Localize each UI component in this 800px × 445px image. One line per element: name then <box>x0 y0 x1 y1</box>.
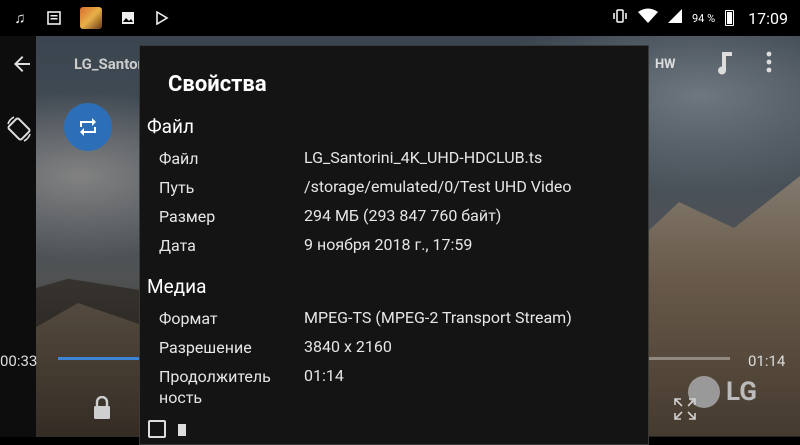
audio-track-icon[interactable] <box>714 50 736 82</box>
lg-watermark-text: LG <box>726 377 757 407</box>
signal-icon <box>668 8 682 28</box>
battery-icon <box>725 10 735 26</box>
back-arrow-icon[interactable] <box>10 52 34 76</box>
next-section-icon <box>148 420 166 438</box>
status-bar-system: 94 % 17:09 <box>612 8 788 28</box>
dialog-title: Свойства <box>168 72 267 97</box>
wifi-icon <box>638 8 658 28</box>
property-value: 01:14 <box>304 366 344 385</box>
news-icon <box>46 10 62 26</box>
image-icon <box>120 10 136 26</box>
property-label: Продолжитель ность <box>159 367 271 407</box>
property-value: 9 ноября 2018 г., 17:59 <box>304 235 473 254</box>
status-bar: ♫ 94 % 17:09 <box>0 0 800 36</box>
properties-dialog: Свойства Файл Файл LG_Santorini_4K_UHD-H… <box>139 45 649 445</box>
play-store-icon <box>154 10 170 26</box>
elapsed-time: 00:33 <box>0 352 38 370</box>
status-bar-notifications: ♫ <box>12 7 170 29</box>
lg-watermark-logo: LG <box>688 376 757 408</box>
app-thumbnail-icon <box>80 7 102 29</box>
repeat-button[interactable] <box>64 103 112 151</box>
property-label: Файл <box>159 149 199 168</box>
property-value: MPEG-TS (MPEG-2 Transport Stream) <box>304 308 572 327</box>
property-label: Путь <box>159 178 195 197</box>
total-duration: 01:14 <box>748 352 786 370</box>
fullscreen-icon[interactable] <box>672 396 698 422</box>
property-label: Формат <box>159 309 218 328</box>
screen-rotation-icon[interactable] <box>0 105 38 153</box>
next-section-heading-cut <box>178 424 186 436</box>
property-label: Размер <box>159 207 216 226</box>
music-note-icon: ♫ <box>14 9 26 27</box>
property-value: 3840 x 2160 <box>304 337 392 356</box>
decoder-toggle-button[interactable]: HW <box>655 57 676 72</box>
lock-icon[interactable] <box>92 396 112 420</box>
vibrate-icon <box>612 8 628 28</box>
more-options-icon[interactable] <box>765 50 773 78</box>
section-heading-media: Медиа <box>147 275 207 298</box>
repeat-icon <box>80 118 96 136</box>
property-value: /storage/emulated/0/Test UHD Video <box>304 177 572 196</box>
battery-percent: 94 % <box>692 11 716 25</box>
clock: 17:09 <box>748 8 788 28</box>
property-value: 294 МБ (293 847 760 байт) <box>304 206 502 225</box>
section-heading-file: Файл <box>147 115 194 138</box>
property-label: Разрешение <box>159 338 252 357</box>
video-left-edge <box>0 36 36 437</box>
property-label: Дата <box>159 236 196 255</box>
property-value: LG_Santorini_4K_UHD-HDCLUB.ts <box>304 148 543 167</box>
